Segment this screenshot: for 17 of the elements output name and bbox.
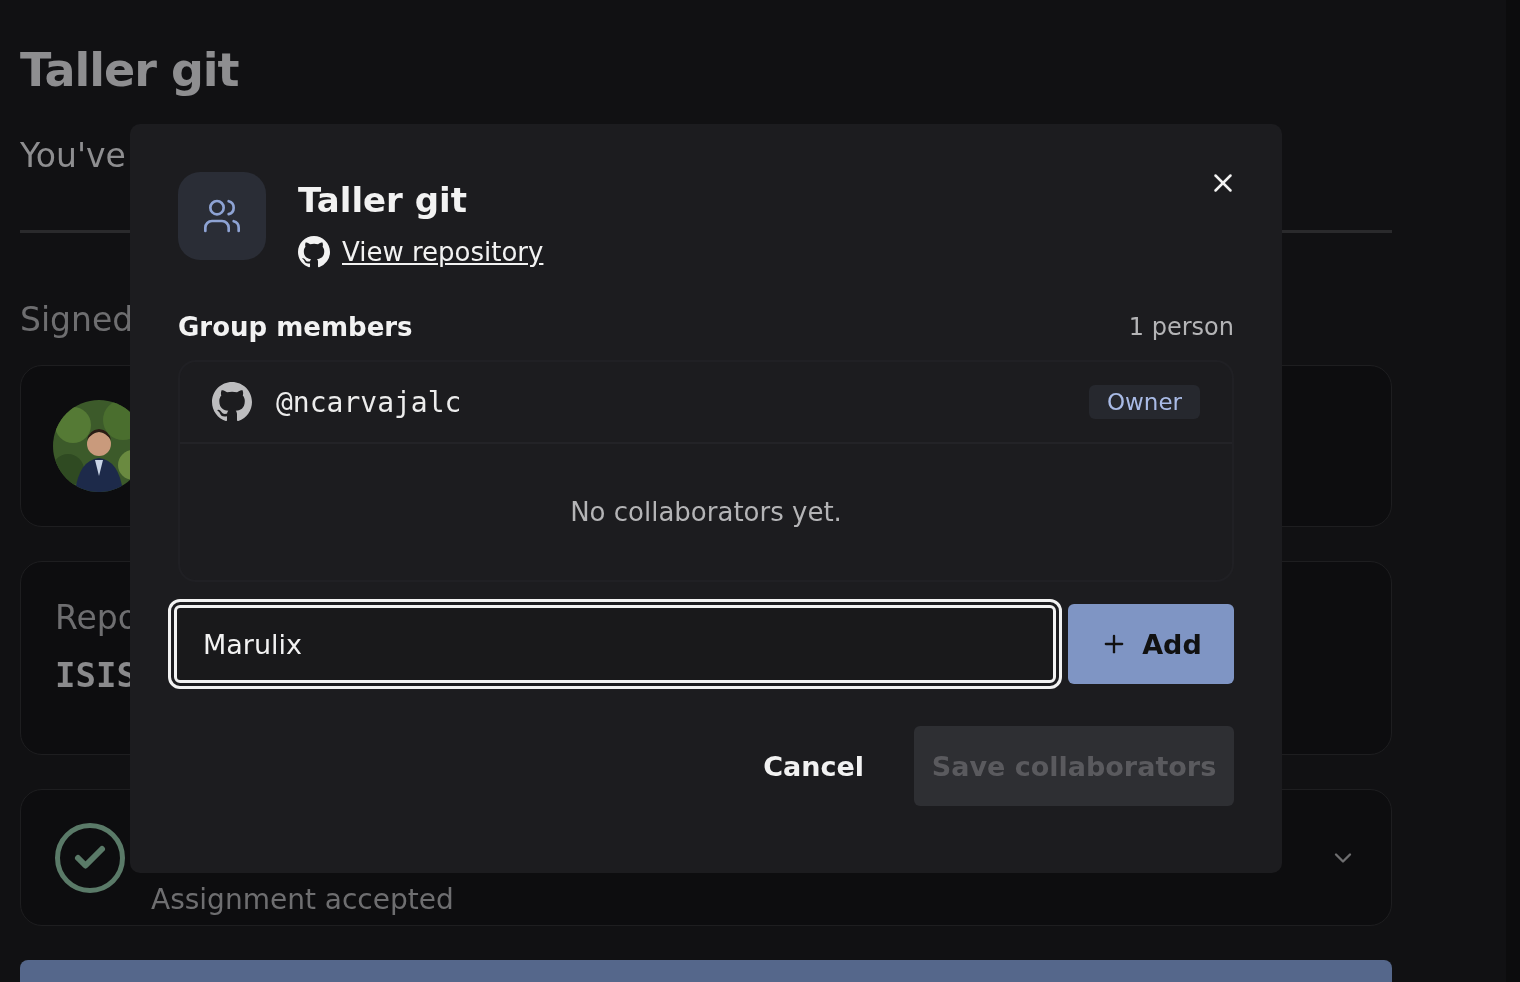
users-icon [178, 172, 266, 260]
page-title: Taller git [20, 42, 239, 99]
check-circle-icon [55, 822, 125, 893]
member-handle: @ncarvajalc [276, 385, 463, 419]
status-text: Assignment accepted [151, 883, 455, 916]
members-heading: Group members [178, 312, 413, 342]
section-label: Signed [20, 299, 134, 341]
add-button[interactable]: Add [1068, 604, 1234, 684]
github-icon [212, 382, 252, 422]
view-repository-link[interactable]: View repository [342, 237, 544, 267]
member-count: 1 person [1128, 313, 1234, 341]
role-badge: Owner [1088, 385, 1200, 419]
empty-message: No collaborators yet. [569, 496, 843, 529]
intro-text: You've [20, 135, 126, 177]
dialog-title: Taller git [298, 179, 468, 222]
github-icon [298, 236, 330, 268]
cancel-button[interactable]: Cancel [763, 750, 864, 782]
